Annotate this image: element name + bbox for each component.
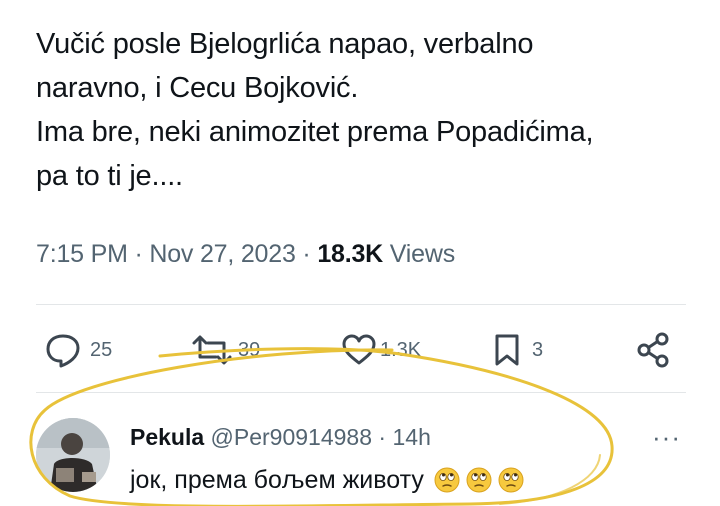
repost-count: 39 <box>238 338 261 361</box>
tweet-text-line: naravno, i Cecu Bojković. <box>36 72 359 104</box>
reply-author-name[interactable]: Pekula <box>130 424 204 450</box>
rolling-eyes-emoji-icon <box>466 467 492 493</box>
meta-separator: · <box>302 240 311 268</box>
tweet-text-line: Vučić posle Bjelogrlića napao, verbalno <box>36 28 534 60</box>
tweet-date[interactable]: Nov 27, 2023 <box>149 240 296 268</box>
action-bar: 25 39 1.3K 3 <box>0 328 720 376</box>
views-label: Views <box>389 240 456 268</box>
like-button[interactable]: 1.3K <box>340 328 421 372</box>
meta-separator: · <box>378 424 387 450</box>
reply-body: јок, према бољем животу <box>130 462 524 498</box>
tweet-meta: 7:15 PM · Nov 27, 2023 · 18.3K Views <box>36 236 455 272</box>
bookmark-count: 3 <box>532 338 544 361</box>
reply-button[interactable]: 25 <box>44 328 112 372</box>
views-count: 18.3K <box>317 240 384 268</box>
bookmark-icon <box>492 332 522 368</box>
like-icon <box>340 332 378 368</box>
more-options-icon[interactable]: ··· <box>652 424 681 450</box>
reply-age[interactable]: 14h <box>392 424 430 450</box>
bookmark-button[interactable]: 3 <box>492 328 543 372</box>
share-icon <box>634 330 674 370</box>
avatar[interactable] <box>36 418 110 492</box>
rolling-eyes-emoji-icon <box>434 467 460 493</box>
reply-text: јок, према бољем животу <box>130 466 424 494</box>
tweet-text-line: Ima bre, neki animozitet prema Popadićim… <box>36 116 594 148</box>
tweet-text-line: pa to ti je.... <box>36 160 183 192</box>
reply-icon <box>44 332 82 368</box>
tweet-time[interactable]: 7:15 PM <box>36 240 128 268</box>
divider <box>36 392 686 393</box>
repost-button[interactable]: 39 <box>188 328 260 372</box>
tweet-text: Vučić posle Bjelogrlića napao, verbalno … <box>36 22 696 198</box>
reply-author-handle[interactable]: @Per90914988 <box>211 424 372 450</box>
reply-header: Pekula @Per90914988 · 14h <box>130 421 431 453</box>
rolling-eyes-emoji-icon <box>498 467 524 493</box>
share-button[interactable] <box>634 328 674 372</box>
repost-icon <box>188 332 236 368</box>
divider <box>36 304 686 305</box>
like-count: 1.3K <box>380 338 422 361</box>
meta-separator: · <box>134 240 143 268</box>
reply-count: 25 <box>90 338 113 361</box>
